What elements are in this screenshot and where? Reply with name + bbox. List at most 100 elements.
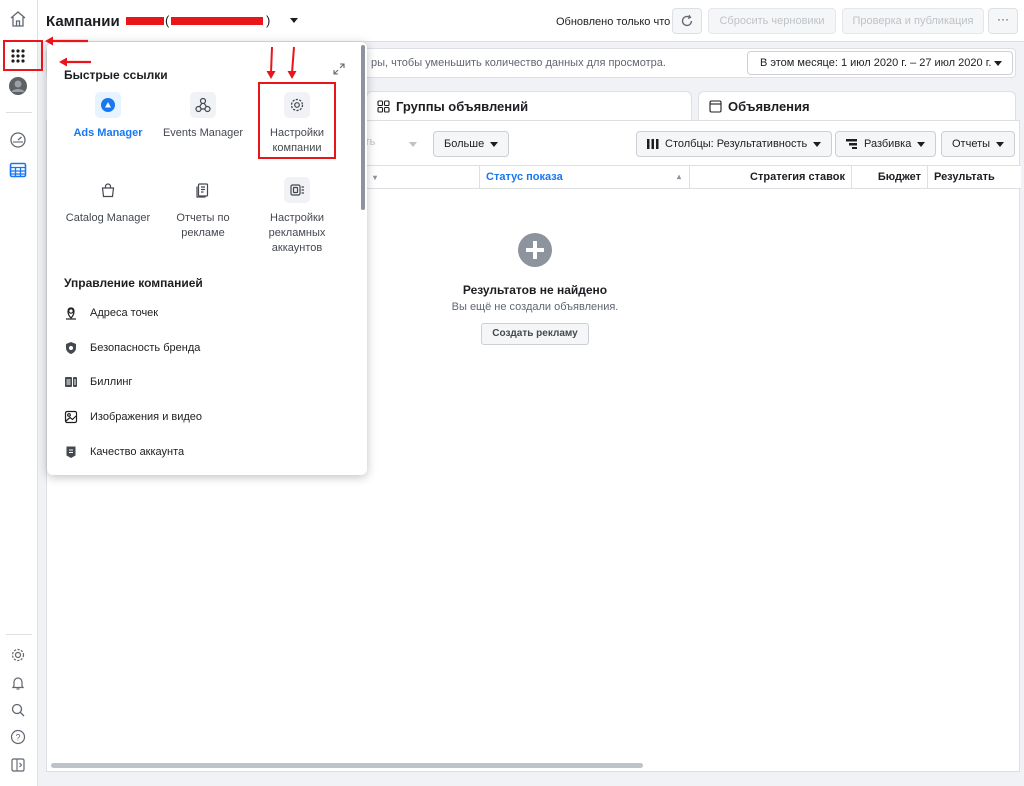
rail-divider	[6, 634, 32, 635]
events-manager-icon	[190, 92, 216, 118]
horizontal-scrollbar[interactable]	[51, 763, 643, 768]
column-header-results[interactable]: Результать	[927, 166, 1001, 188]
account-switcher-chevron-down-icon[interactable]	[290, 18, 298, 23]
review-publish-button[interactable]: Проверка и публикация	[842, 8, 984, 34]
column-header-budget[interactable]: Бюджет	[851, 166, 927, 188]
tab-ads-label: Объявления	[728, 99, 810, 114]
dashboard-gauge-icon[interactable]	[5, 127, 31, 153]
menu-item-billing-label: Биллинг	[90, 376, 133, 388]
shield-icon	[66, 342, 76, 354]
column-header-bid-strategy[interactable]: Стратегия ставок	[689, 166, 851, 188]
account-id-redaction	[171, 17, 263, 25]
top-bar: Кампании ( ) Обновлено только что Сброси…	[38, 0, 1024, 42]
quick-link-ads-reporting[interactable]: Отчеты по рекламе	[158, 177, 248, 241]
quick-link-events-manager[interactable]: Events Manager	[158, 92, 248, 141]
chevron-down-icon	[994, 61, 1002, 66]
columns-icon	[647, 139, 659, 149]
menu-item-business-locations-label: Адреса точек	[90, 307, 159, 319]
tab-ad-sets-label: Группы объявлений	[396, 99, 529, 114]
menu-item-business-locations[interactable]: Адреса точек	[64, 303, 158, 323]
menu-item-account-quality-label: Качество аккаунта	[90, 446, 185, 458]
breakdown-button[interactable]: Разбивка	[835, 131, 937, 157]
quick-link-catalog-manager[interactable]: Catalog Manager	[63, 177, 153, 226]
filter-hint-text: ры, чтобы уменьшить количество данных дл…	[371, 57, 666, 69]
svg-text:?: ?	[15, 733, 20, 743]
menu-item-brand-safety-label: Безопасность бренда	[90, 342, 201, 354]
expand-icon[interactable]	[333, 63, 345, 78]
breakdown-label: Разбивка	[864, 138, 912, 150]
chevron-down-icon	[490, 141, 499, 147]
left-nav-rail: ?	[0, 0, 38, 786]
ads-manager-icon	[95, 92, 121, 118]
quick-links-heading: Быстрые ссылки	[64, 68, 168, 82]
avatar[interactable]	[5, 73, 31, 99]
reports-button[interactable]: Отчеты	[941, 131, 1016, 157]
annotation-highlight-business-settings	[258, 82, 336, 159]
column-sort-indicator[interactable]: ▾	[367, 166, 379, 188]
empty-state: Результатов не найдено Вы ещё не создали…	[427, 233, 643, 345]
columns-button[interactable]: Столбцы: Результативность	[636, 131, 833, 157]
tab-ads[interactable]: Объявления	[698, 91, 1016, 121]
empty-state-title: Результатов не найдено	[462, 283, 608, 297]
quick-link-ads-manager[interactable]: Ads Manager	[63, 92, 153, 141]
panel-toggle-icon[interactable]	[5, 752, 31, 778]
menu-item-account-quality[interactable]: Качество аккаунта	[64, 442, 184, 462]
date-range-label: В этом месяце: 1 июл 2020 г. – 27 июл 20…	[760, 57, 992, 69]
more-actions-label: Больше	[444, 138, 485, 150]
tab-ad-sets[interactable]: Группы объявлений	[366, 91, 692, 121]
quick-link-events-manager-label: Events Manager	[162, 127, 244, 139]
account-paren-open: (	[165, 13, 170, 28]
ad-sets-grid-icon	[377, 100, 390, 113]
chevron-down-icon	[409, 142, 417, 147]
page-title: Кампании	[46, 13, 120, 30]
menu-item-brand-safety[interactable]: Безопасность бренда	[64, 338, 200, 358]
annotation-arrow-down-right	[287, 46, 297, 79]
help-icon[interactable]: ?	[5, 724, 31, 750]
account-paren-close: )	[266, 13, 271, 28]
discard-drafts-button[interactable]: Сбросить черновики	[708, 8, 836, 34]
quick-link-ad-account-settings-label: Настройки рекламных аккаунтов	[268, 212, 326, 254]
ad-account-settings-icon	[284, 177, 310, 203]
reports-label: Отчеты	[952, 138, 991, 150]
quick-link-ad-account-settings[interactable]: Настройки рекламных аккаунтов	[252, 177, 342, 256]
gear-icon[interactable]	[5, 642, 31, 668]
annotation-highlight-all-tools	[3, 40, 43, 71]
menu-item-media[interactable]: Изображения и видео	[64, 407, 202, 427]
refresh-icon	[681, 14, 693, 27]
create-ad-button[interactable]: Создать рекламу	[481, 323, 589, 345]
ad-window-icon	[709, 100, 722, 113]
columns-label: Столбцы: Результативность	[665, 138, 808, 150]
chevron-down-icon	[996, 141, 1005, 147]
chevron-down-icon	[813, 141, 822, 147]
business-management-heading: Управление компанией	[64, 276, 203, 290]
last-updated-status: Обновлено только что	[556, 16, 671, 28]
empty-state-subtitle: Вы ещё не создали объявления.	[451, 301, 619, 313]
plus-circle-icon	[518, 233, 552, 267]
refresh-button[interactable]	[672, 8, 702, 34]
column-header-delivery[interactable]: Статус показа ▴	[479, 166, 689, 188]
media-icon	[64, 410, 78, 424]
quick-link-catalog-manager-label: Catalog Manager	[65, 212, 151, 224]
popover-scrollbar[interactable]	[361, 45, 365, 210]
quick-link-ads-manager-label: Ads Manager	[73, 127, 143, 139]
annotation-arrow-left-bottom	[59, 57, 91, 67]
more-actions-button[interactable]: Больше	[433, 131, 510, 157]
chevron-down-icon	[917, 141, 926, 147]
sort-icon: ▴	[676, 172, 681, 181]
rail-divider	[6, 112, 32, 113]
menu-item-billing[interactable]: Биллинг	[64, 372, 132, 392]
date-range-picker[interactable]: В этом месяце: 1 июл 2020 г. – 27 июл 20…	[747, 51, 1013, 75]
menu-item-media-label: Изображения и видео	[90, 411, 203, 423]
search-icon[interactable]	[5, 697, 31, 723]
location-pin-icon	[66, 307, 76, 320]
account-name-redaction	[126, 17, 164, 25]
bell-icon[interactable]	[5, 670, 31, 696]
ads-manager-table-icon[interactable]	[5, 157, 31, 183]
quick-link-ads-reporting-label: Отчеты по рекламе	[176, 212, 230, 239]
report-pages-icon	[190, 177, 216, 203]
home-icon[interactable]	[5, 6, 31, 32]
account-quality-icon	[66, 446, 76, 458]
column-header-delivery-label: Статус показа	[486, 171, 563, 183]
billing-icon	[65, 377, 77, 387]
more-options-button[interactable]: ···	[988, 8, 1018, 34]
